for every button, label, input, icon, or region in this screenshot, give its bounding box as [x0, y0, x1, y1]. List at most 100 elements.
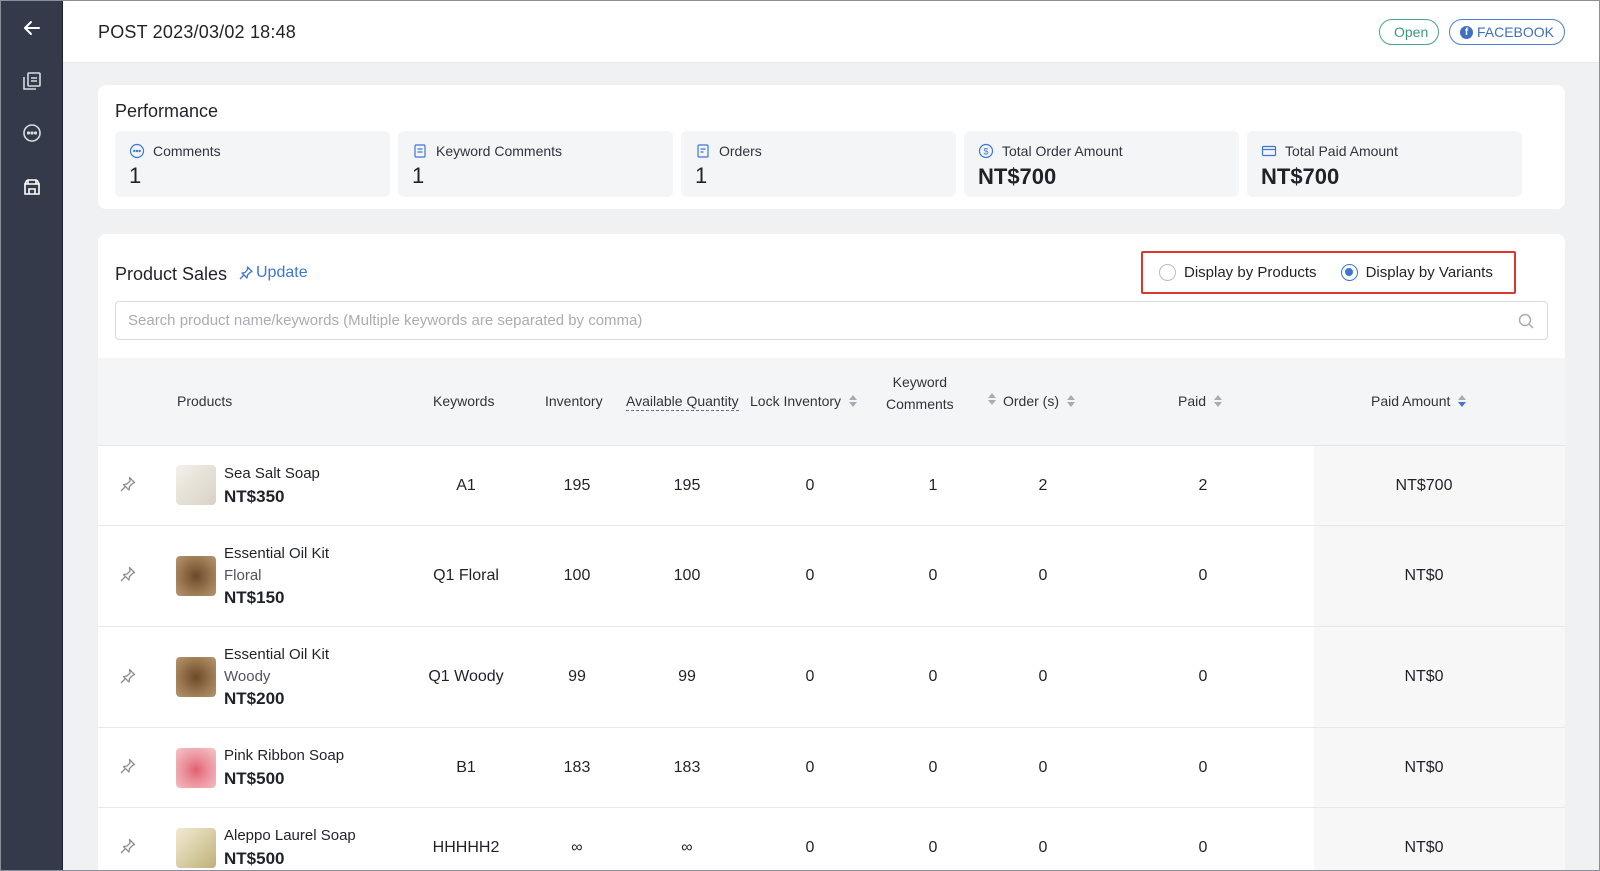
display-by-variants-radio[interactable]: Display by Variants [1340, 264, 1493, 281]
stat-value: NT$700 [1261, 164, 1340, 189]
pin-icon[interactable] [119, 837, 137, 855]
cell-lock: 0 [805, 477, 815, 494]
cell-paid: 0 [1198, 567, 1208, 584]
display-by-products-radio[interactable]: Display by Products [1159, 264, 1317, 281]
card-icon [1261, 145, 1277, 157]
column-header-keyword-comments[interactable]: Keyword Comments [886, 371, 954, 415]
cell-paid: 0 [1198, 759, 1208, 776]
stat-total-order-amount: $ Total Order Amount NT$700 [964, 131, 1239, 197]
platform-label: FACEBOOK [1476, 24, 1554, 40]
stat-label: Keyword Comments [436, 143, 563, 159]
cell-lock: 0 [805, 567, 815, 584]
stat-label: Orders [719, 143, 762, 159]
radio-label: Display by Products [1184, 264, 1317, 281]
product-sales-card: Product Sales Update Display by Products… [98, 234, 1565, 871]
product-variant: Woody [224, 668, 271, 685]
keyword-comments-sort[interactable] [980, 393, 996, 405]
column-header-orders[interactable]: Order (s) [1003, 393, 1075, 409]
cell-keyword-comments: 1 [928, 477, 938, 494]
performance-card: Performance Comments 1 Keyword Comments … [98, 85, 1565, 209]
stat-comments: Comments 1 [115, 131, 390, 197]
cell-keyword: Q1 Floral [433, 567, 499, 584]
table-header: Products Keywords Inventory Available Qu… [98, 358, 1565, 446]
pin-icon[interactable] [119, 667, 137, 685]
cell-orders: 0 [1038, 567, 1048, 584]
sort-icon[interactable] [988, 393, 996, 405]
stat-value: 1 [695, 163, 708, 188]
table-row: Sea Salt Soap NT$350 A1 195 195 0 1 2 2 … [98, 446, 1565, 526]
stat-label: Total Paid Amount [1285, 143, 1398, 159]
cell-inventory: 99 [568, 668, 586, 685]
sort-icon[interactable] [849, 395, 858, 407]
pin-icon[interactable] [119, 565, 137, 583]
stat-value: NT$700 [978, 164, 1057, 189]
product-name: Essential Oil Kit [224, 545, 330, 562]
product-thumbnail [176, 748, 216, 788]
order-doc-icon [697, 144, 709, 158]
store-icon[interactable] [0, 166, 63, 206]
cell-keyword: Q1 Woody [428, 668, 504, 685]
comment-icon [129, 143, 145, 159]
platform-badge[interactable]: f FACEBOOK [1449, 19, 1565, 45]
column-header-label: Paid [1178, 393, 1207, 409]
keyword-doc-icon [414, 144, 426, 158]
column-header-label: Keyword [892, 374, 948, 390]
table-row: Pink Ribbon Soap NT$500 B1 183 183 0 0 0… [98, 728, 1565, 808]
posts-icon[interactable] [0, 61, 63, 101]
status-badge: Open [1379, 19, 1439, 45]
pin-icon [239, 266, 253, 280]
search-box [115, 301, 1548, 340]
pin-icon[interactable] [119, 757, 137, 775]
sort-icon[interactable] [1458, 395, 1467, 407]
svg-text:$: $ [983, 146, 988, 156]
radio-checked-icon [1340, 264, 1358, 281]
back-arrow-icon[interactable] [0, 8, 63, 48]
update-label: Update [256, 264, 308, 281]
stat-keyword-comments: Keyword Comments 1 [398, 131, 673, 197]
comments-icon[interactable] [0, 113, 63, 153]
product-sales-title: Product Sales [115, 264, 228, 284]
radio-unchecked-icon [1159, 264, 1176, 281]
product-name: Sea Salt Soap [224, 465, 320, 482]
cell-orders: 0 [1038, 759, 1048, 776]
column-header-products: Products [177, 393, 233, 409]
cell-inventory: 195 [563, 477, 591, 494]
cell-paid-amount: NT$0 [1404, 668, 1444, 685]
product-price: NT$500 [224, 769, 285, 788]
cell-inventory: ∞ [571, 839, 583, 856]
main-content: Performance Comments 1 Keyword Comments … [63, 63, 1600, 871]
column-header-lock-inventory[interactable]: Lock Inventory [750, 393, 858, 409]
cell-paid-amount: NT$0 [1404, 567, 1444, 584]
performance-title: Performance [115, 101, 219, 121]
column-header-label: Comments [886, 396, 954, 412]
cell-paid: 2 [1198, 477, 1208, 494]
dollar-circle-icon: $ [978, 143, 994, 159]
product-thumbnail [176, 657, 216, 697]
cell-inventory: 100 [563, 567, 591, 584]
table-row: Essential Oil Kit Floral NT$150 Q1 Flora… [98, 526, 1565, 627]
cell-keyword: A1 [456, 477, 476, 494]
cell-keyword-comments: 0 [928, 759, 938, 776]
pin-icon[interactable] [119, 475, 137, 493]
stat-value: 1 [412, 163, 425, 188]
column-header-paid-amount[interactable]: Paid Amount [1371, 393, 1467, 409]
column-header-paid[interactable]: Paid [1178, 393, 1223, 409]
product-thumbnail [176, 465, 216, 505]
sort-icon[interactable] [1214, 395, 1223, 407]
cell-orders: 2 [1038, 477, 1048, 494]
sort-icon[interactable] [1067, 395, 1075, 407]
cell-paid-amount: NT$0 [1404, 839, 1444, 856]
cell-orders: 0 [1038, 839, 1048, 856]
update-button[interactable]: Update [238, 264, 308, 282]
cell-keyword-comments: 0 [928, 567, 938, 584]
cell-keyword-comments: 0 [928, 839, 938, 856]
product-price: NT$150 [224, 588, 285, 607]
search-input[interactable] [116, 302, 1547, 339]
cell-available: 183 [673, 759, 701, 776]
product-price: NT$200 [224, 689, 285, 708]
search-icon[interactable] [1517, 312, 1535, 330]
cell-orders: 0 [1038, 668, 1048, 685]
cell-available: 195 [673, 477, 701, 494]
column-header-available-quantity[interactable]: Available Quantity [626, 393, 739, 411]
cell-keyword-comments: 0 [928, 668, 938, 685]
